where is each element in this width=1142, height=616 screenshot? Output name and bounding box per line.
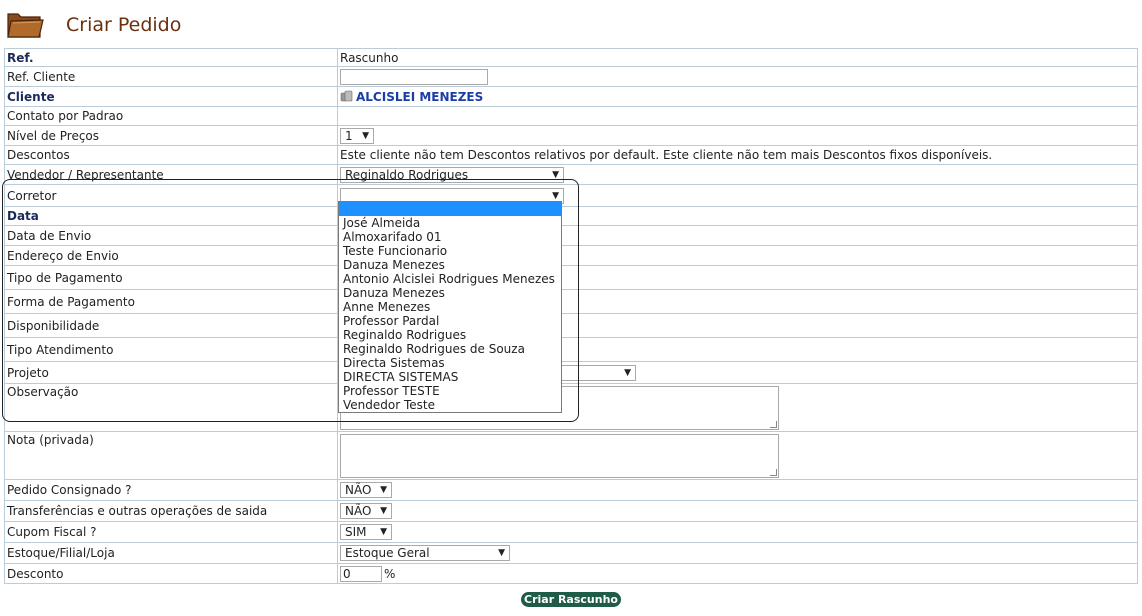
users-icon bbox=[340, 90, 353, 101]
projeto-label: Projeto bbox=[4, 361, 338, 384]
ref-value: Rascunho bbox=[337, 48, 1138, 67]
contato-label: Contato por Padrao bbox=[4, 106, 338, 126]
estoque-label: Estoque/Filial/Loja bbox=[4, 542, 338, 564]
data-envio-label: Data de Envio bbox=[4, 225, 338, 246]
consignado-value: NÃO bbox=[345, 483, 372, 497]
cupom-label: Cupom Fiscal ? bbox=[4, 521, 338, 543]
dropdown-option[interactable]: Teste Funcionario bbox=[339, 244, 561, 258]
dropdown-option[interactable]: Danuza Menezes bbox=[339, 258, 561, 272]
chevron-down-icon: ▼ bbox=[380, 527, 387, 537]
corretor-label: Corretor bbox=[4, 184, 338, 207]
chevron-down-icon: ▼ bbox=[498, 548, 505, 558]
cliente-label: Cliente bbox=[4, 86, 338, 107]
order-form: Ref. Rascunho Ref. Cliente Cliente ALCIS… bbox=[4, 48, 1138, 584]
vendedor-label: Vendedor / Representante bbox=[4, 164, 338, 185]
dropdown-option[interactable]: Danuza Menezes bbox=[339, 286, 561, 300]
disponibilidade-label: Disponibilidade bbox=[4, 313, 338, 338]
forma-pagamento-label: Forma de Pagamento bbox=[4, 289, 338, 314]
ref-cliente-input[interactable] bbox=[340, 68, 488, 85]
estoque-value: Estoque Geral bbox=[345, 546, 430, 560]
criar-rascunho-button[interactable]: Criar Rascunho bbox=[521, 592, 621, 607]
descontos-label: Descontos bbox=[4, 145, 338, 165]
desconto-unit: % bbox=[384, 566, 396, 581]
dropdown-option[interactable]: Professor Pardal bbox=[339, 314, 561, 328]
ref-cliente-label: Ref. Cliente bbox=[4, 66, 338, 87]
nivel-precos-label: Nível de Preços bbox=[4, 125, 338, 146]
resize-handle-icon[interactable] bbox=[770, 468, 777, 476]
dropdown-option[interactable]: Professor TESTE bbox=[339, 384, 561, 398]
nivel-precos-select[interactable]: 1 ▼ bbox=[340, 127, 374, 144]
dropdown-option[interactable]: Vendedor Teste bbox=[339, 398, 561, 412]
transferencias-select[interactable]: NÃO ▼ bbox=[340, 503, 392, 519]
cliente-link[interactable]: ALCISLEI MENEZES bbox=[356, 90, 483, 104]
chevron-down-icon: ▼ bbox=[552, 169, 559, 180]
descontos-value: Este cliente não tem Descontos relativos… bbox=[337, 145, 1138, 165]
desconto-label: Desconto bbox=[4, 563, 338, 584]
dropdown-option[interactable]: DIRECTA SISTEMAS bbox=[339, 370, 561, 384]
nota-label: Nota (privada) bbox=[4, 431, 338, 480]
dropdown-option[interactable]: Anne Menezes bbox=[339, 300, 561, 314]
estoque-select[interactable]: Estoque Geral ▼ bbox=[340, 545, 510, 561]
observacao-label: Observação bbox=[4, 383, 338, 432]
contato-value bbox=[337, 106, 1138, 126]
cupom-value: SIM bbox=[345, 525, 367, 539]
dropdown-option[interactable] bbox=[339, 202, 561, 216]
dropdown-option[interactable]: Reginaldo Rodrigues de Souza bbox=[339, 342, 561, 356]
vendedor-select[interactable]: Reginaldo Rodrigues ▼ bbox=[340, 166, 564, 183]
cupom-select[interactable]: SIM ▼ bbox=[340, 524, 392, 540]
endereco-envio-label: Endereço de Envio bbox=[4, 245, 338, 266]
chevron-down-icon: ▼ bbox=[362, 130, 369, 141]
folder-icon bbox=[7, 13, 44, 38]
transferencias-label: Transferências e outras operações de sai… bbox=[4, 500, 338, 522]
resize-handle-icon[interactable] bbox=[770, 420, 777, 428]
nota-textarea[interactable] bbox=[340, 433, 779, 478]
tipo-atendimento-label: Tipo Atendimento bbox=[4, 337, 338, 362]
dropdown-option[interactable]: Reginaldo Rodrigues bbox=[339, 328, 561, 342]
chevron-down-icon: ▼ bbox=[380, 485, 387, 495]
dropdown-option[interactable]: Directa Sistemas bbox=[339, 356, 561, 370]
nivel-precos-value: 1 bbox=[345, 128, 353, 143]
transferencias-value: NÃO bbox=[345, 504, 372, 518]
vendedor-value: Reginaldo Rodrigues bbox=[345, 167, 469, 182]
tipo-pagamento-label: Tipo de Pagamento bbox=[4, 265, 338, 290]
chevron-down-icon: ▼ bbox=[380, 506, 387, 516]
corretor-dropdown[interactable]: José Almeida Almoxarifado 01 Teste Funci… bbox=[338, 201, 562, 413]
consignado-label: Pedido Consignado ? bbox=[4, 479, 338, 501]
consignado-select[interactable]: NÃO ▼ bbox=[340, 482, 392, 498]
chevron-down-icon: ▼ bbox=[624, 367, 631, 378]
dropdown-option[interactable]: José Almeida bbox=[339, 216, 561, 230]
page-title: Criar Pedido bbox=[66, 14, 182, 36]
dropdown-option[interactable]: Antonio Alcislei Rodrigues Menezes bbox=[339, 272, 561, 286]
dropdown-option[interactable]: Almoxarifado 01 bbox=[339, 230, 561, 244]
ref-label: Ref. bbox=[4, 48, 338, 67]
data-label: Data bbox=[4, 206, 338, 226]
desconto-input[interactable]: 0 bbox=[340, 565, 382, 582]
